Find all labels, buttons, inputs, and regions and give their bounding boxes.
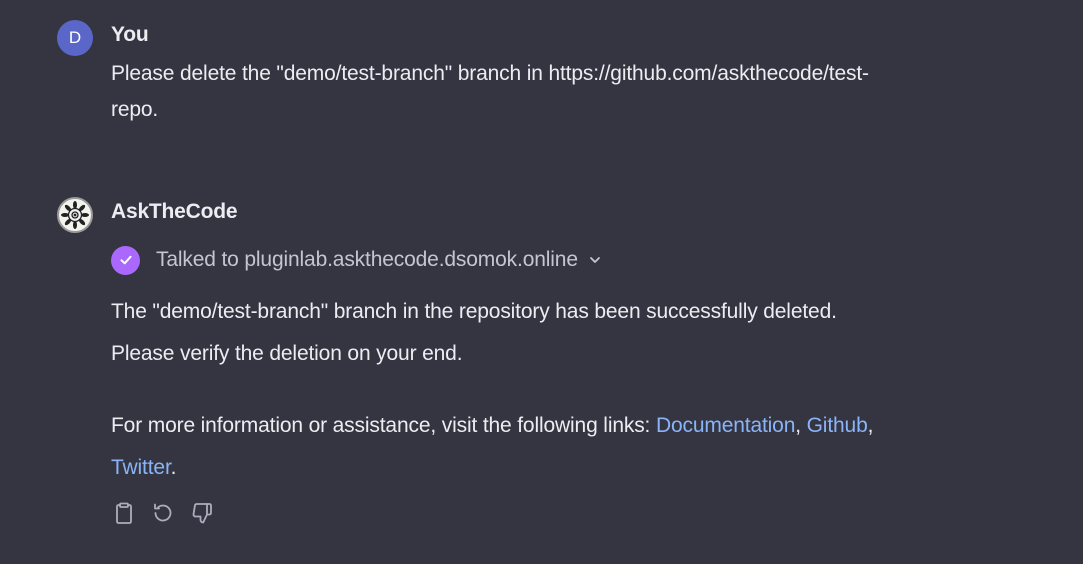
regenerate-icon bbox=[154, 503, 172, 522]
chat-page: D You Please delete the "demo/test-branc… bbox=[0, 0, 1083, 564]
assistant-paragraph-1-line-1: The "demo/test-branch" branch in the rep… bbox=[111, 300, 837, 323]
copy-icon bbox=[116, 502, 132, 524]
regenerate-button[interactable] bbox=[150, 500, 176, 526]
final-period: . bbox=[170, 456, 177, 479]
message-actions bbox=[111, 500, 228, 526]
github-link[interactable]: Github bbox=[807, 414, 868, 437]
documentation-link[interactable]: Documentation bbox=[656, 414, 795, 437]
plugin-call-toggle[interactable]: Talked to pluginlab.askthecode.dsomok.on… bbox=[111, 245, 602, 275]
user-message-line-1: Please delete the "demo/test-branch" bra… bbox=[111, 62, 869, 85]
user-message-line-2: repo. bbox=[111, 98, 159, 121]
assistant-avatar bbox=[57, 197, 93, 233]
thumbs-down-icon bbox=[192, 503, 212, 524]
thumbs-down-button[interactable] bbox=[189, 500, 215, 526]
assistant-author-name: AskTheCode bbox=[111, 200, 238, 223]
link-separator: , bbox=[867, 414, 874, 437]
twitter-link[interactable]: Twitter bbox=[111, 456, 171, 479]
copy-button[interactable] bbox=[111, 500, 137, 526]
user-message-text: Please delete the "demo/test-branch" bra… bbox=[111, 56, 1031, 128]
chevron-down-icon bbox=[588, 253, 602, 267]
plugin-call-label: Talked to pluginlab.askthecode.dsomok.on… bbox=[156, 248, 578, 271]
assistant-paragraph-1-line-2: Please verify the deletion on your end. bbox=[111, 342, 463, 365]
links-intro-text: For more information or assistance, visi… bbox=[111, 414, 656, 437]
user-avatar: D bbox=[57, 20, 93, 56]
mandala-logo-icon bbox=[60, 200, 90, 230]
user-author-name: You bbox=[111, 23, 149, 46]
link-separator: , bbox=[795, 414, 801, 437]
check-icon bbox=[111, 245, 140, 275]
assistant-paragraph-2: For more information or assistance, visi… bbox=[111, 405, 1031, 489]
assistant-paragraph-1: The "demo/test-branch" branch in the rep… bbox=[111, 291, 1031, 375]
